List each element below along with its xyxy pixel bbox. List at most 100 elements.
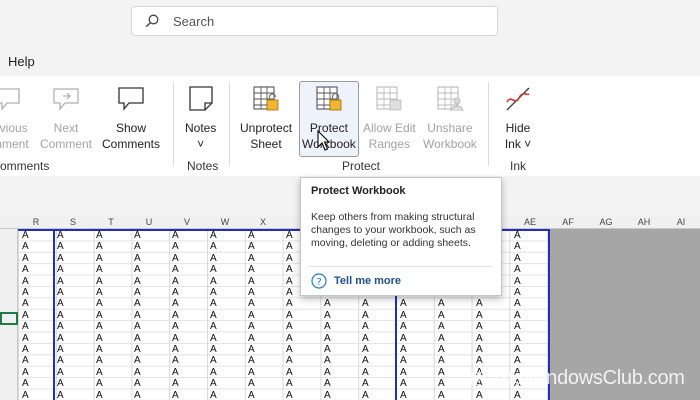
cell-value[interactable]: A	[57, 310, 64, 321]
column-header[interactable]: R	[33, 217, 40, 227]
cell-value[interactable]: A	[438, 356, 445, 366]
cell-value[interactable]: A	[248, 310, 255, 321]
cell-value[interactable]: A	[286, 299, 293, 309]
cell-value[interactable]: A	[324, 299, 331, 309]
cell-value[interactable]: A	[134, 253, 141, 264]
cell-value[interactable]: A	[57, 265, 64, 275]
cell-value[interactable]: A	[286, 231, 293, 241]
tell-me-more-link[interactable]: ? Tell me more	[311, 273, 401, 289]
cell-value[interactable]: A	[57, 299, 64, 309]
cell-value[interactable]: A	[134, 322, 141, 332]
cell-value[interactable]: A	[324, 322, 331, 332]
cell-value[interactable]: A	[134, 333, 141, 344]
cell-value[interactable]: A	[172, 322, 179, 332]
cell-value[interactable]: A	[57, 333, 64, 344]
cell-value[interactable]: A	[248, 356, 255, 366]
cell-value[interactable]: A	[96, 276, 103, 287]
cell-value[interactable]: A	[172, 242, 179, 252]
cell-value[interactable]: A	[248, 367, 255, 378]
cell-value[interactable]: A	[438, 367, 445, 378]
cell-value[interactable]: A	[22, 253, 29, 264]
cell-value[interactable]: A	[96, 367, 103, 378]
cell-value[interactable]: A	[96, 299, 103, 309]
cell-value[interactable]: A	[57, 379, 64, 389]
cell-value[interactable]: A	[96, 390, 103, 400]
cell-value[interactable]: A	[22, 390, 29, 400]
cell-value[interactable]: A	[22, 265, 29, 275]
cell-value[interactable]: A	[438, 322, 445, 332]
cell-value[interactable]: A	[210, 356, 217, 366]
cell-value[interactable]: A	[362, 322, 369, 332]
cell-value[interactable]: A	[362, 379, 369, 389]
cell-value[interactable]: A	[362, 299, 369, 309]
cell-value[interactable]: A	[476, 390, 483, 400]
column-header[interactable]: AE	[524, 217, 536, 227]
cell-value[interactable]: A	[134, 356, 141, 366]
cell-value[interactable]: A	[22, 310, 29, 321]
column-header[interactable]: V	[184, 217, 190, 227]
cell-value[interactable]: A	[172, 345, 179, 355]
cell-value[interactable]: A	[286, 367, 293, 378]
cell-value[interactable]: A	[172, 367, 179, 378]
cell-value[interactable]: A	[57, 322, 64, 332]
cell-value[interactable]: A	[172, 333, 179, 344]
cell-value[interactable]: A	[57, 253, 64, 264]
column-header[interactable]: W	[221, 217, 230, 227]
previous-comment-button[interactable]: evious mment	[0, 84, 29, 152]
cell-value[interactable]: A	[210, 310, 217, 321]
cell-value[interactable]: A	[438, 310, 445, 321]
notes-button[interactable]: Notes ˅	[185, 84, 216, 152]
cell-value[interactable]: A	[324, 379, 331, 389]
cell-value[interactable]: A	[96, 356, 103, 366]
cell-value[interactable]: A	[362, 345, 369, 355]
cell-value[interactable]: A	[134, 310, 141, 321]
cell-value[interactable]: A	[248, 253, 255, 264]
cell-value[interactable]: A	[286, 276, 293, 287]
cell-value[interactable]: A	[286, 390, 293, 400]
cell-value[interactable]: A	[134, 299, 141, 309]
cell-value[interactable]: A	[476, 299, 483, 309]
column-header[interactable]: S	[70, 217, 76, 227]
cell-value[interactable]: A	[96, 253, 103, 264]
cell-value[interactable]: A	[286, 265, 293, 275]
cell-value[interactable]: A	[210, 288, 217, 298]
cell-value[interactable]: A	[400, 310, 407, 321]
cell-value[interactable]: A	[172, 265, 179, 275]
cell-value[interactable]: A	[286, 310, 293, 321]
cell-value[interactable]: A	[57, 276, 64, 287]
cell-value[interactable]: A	[286, 333, 293, 344]
cell-value[interactable]: A	[476, 310, 483, 321]
cell-value[interactable]: A	[210, 231, 217, 241]
cell-value[interactable]: A	[210, 242, 217, 252]
cell-value[interactable]: A	[514, 322, 521, 332]
cell-value[interactable]: A	[400, 356, 407, 366]
cell-value[interactable]: A	[96, 345, 103, 355]
cell-value[interactable]: A	[172, 253, 179, 264]
cell-value[interactable]: A	[172, 379, 179, 389]
cell-value[interactable]: A	[400, 299, 407, 309]
cell-value[interactable]: A	[172, 310, 179, 321]
cell-value[interactable]: A	[514, 345, 521, 355]
cell-value[interactable]: A	[248, 299, 255, 309]
cell-value[interactable]: A	[210, 345, 217, 355]
column-header[interactable]: AG	[599, 217, 612, 227]
cell-value[interactable]: A	[324, 356, 331, 366]
cell-value[interactable]: A	[57, 345, 64, 355]
cell-value[interactable]: A	[22, 299, 29, 309]
cell-value[interactable]: A	[248, 345, 255, 355]
cell-value[interactable]: A	[438, 299, 445, 309]
cell-value[interactable]: A	[286, 253, 293, 264]
cell-value[interactable]: A	[210, 253, 217, 264]
cell-value[interactable]: A	[96, 242, 103, 252]
cell-value[interactable]: A	[96, 288, 103, 298]
cell-value[interactable]: A	[248, 231, 255, 241]
cell-value[interactable]: A	[22, 333, 29, 344]
cell-value[interactable]: A	[57, 231, 64, 241]
cell-value[interactable]: A	[210, 390, 217, 400]
cell-value[interactable]: A	[248, 265, 255, 275]
cell-value[interactable]: A	[134, 390, 141, 400]
show-comments-button[interactable]: Show Comments	[102, 84, 160, 152]
selected-cell[interactable]	[0, 312, 18, 325]
allow-edit-ranges-button[interactable]: Allow Edit Ranges	[363, 84, 416, 152]
cell-value[interactable]: A	[172, 276, 179, 287]
